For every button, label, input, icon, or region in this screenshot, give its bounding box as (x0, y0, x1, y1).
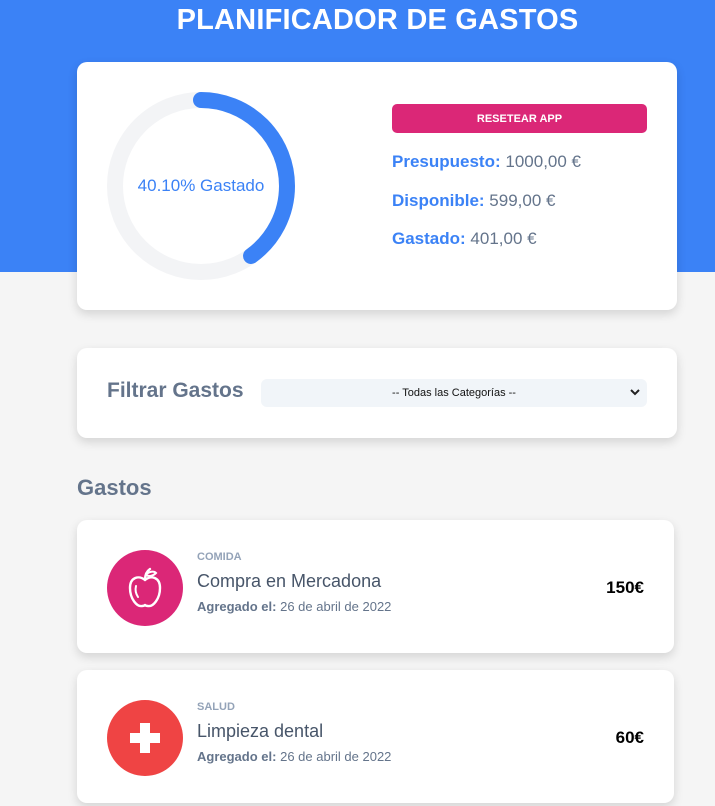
expense-amount: 150€ (606, 578, 644, 597)
expense-date-label: Agregado el: (197, 749, 277, 764)
expense-date-label: Agregado el: (197, 599, 277, 614)
expense-date: Agregado el: 26 de abril de 2022 (197, 599, 391, 614)
progress-percentage: 40.10% Gastado (137, 176, 265, 195)
apple-icon (107, 550, 183, 626)
expense-date: Agregado el: 26 de abril de 2022 (197, 749, 391, 764)
spent-stat: Gastado: 401,00 € (392, 229, 537, 249)
expense-date-value: 26 de abril de 2022 (280, 599, 392, 614)
available-label: Disponible: (392, 191, 485, 210)
expense-category: SALUD (197, 701, 235, 713)
health-cross-icon (107, 700, 183, 776)
filter-card: Filtrar Gastos -- Todas las Categorías -… (77, 348, 677, 438)
expense-name: Limpieza dental (197, 721, 324, 741)
expense-amount: 60€ (615, 728, 644, 747)
spent-label: Gastado: (392, 229, 466, 248)
category-filter-select[interactable]: -- Todas las Categorías -- (261, 379, 647, 407)
budget-label: Presupuesto: (392, 152, 501, 171)
budget-value: 1000,00 € (505, 152, 582, 171)
available-stat: Disponible: 599,00 € (392, 191, 555, 211)
expense-item[interactable]: SALUD Limpieza dental Agregado el: 26 de… (77, 670, 674, 803)
expense-name: Compra en Mercadona (197, 571, 382, 591)
expense-category: COMIDA (197, 551, 242, 563)
reset-app-button[interactable]: RESETEAR APP (392, 104, 647, 133)
budget-card: 40.10% Gastado RESETEAR APP Presupuesto:… (77, 62, 677, 310)
available-value: 599,00 € (489, 191, 556, 210)
spent-value: 401,00 € (470, 229, 537, 248)
filter-label: Filtrar Gastos (107, 379, 244, 402)
spent-progress-ring: 40.10% Gastado (107, 92, 295, 280)
app-title: PLANIFICADOR DE GASTOS (176, 4, 579, 36)
filter-selected-value: -- Todas las Categorías -- (392, 387, 516, 399)
chevron-down-icon (629, 385, 641, 402)
expense-item[interactable]: COMIDA Compra en Mercadona Agregado el: … (77, 520, 674, 653)
expense-date-value: 26 de abril de 2022 (280, 749, 392, 764)
budget-stat: Presupuesto: 1000,00 € (392, 152, 581, 172)
expenses-title: Gastos (77, 475, 152, 500)
